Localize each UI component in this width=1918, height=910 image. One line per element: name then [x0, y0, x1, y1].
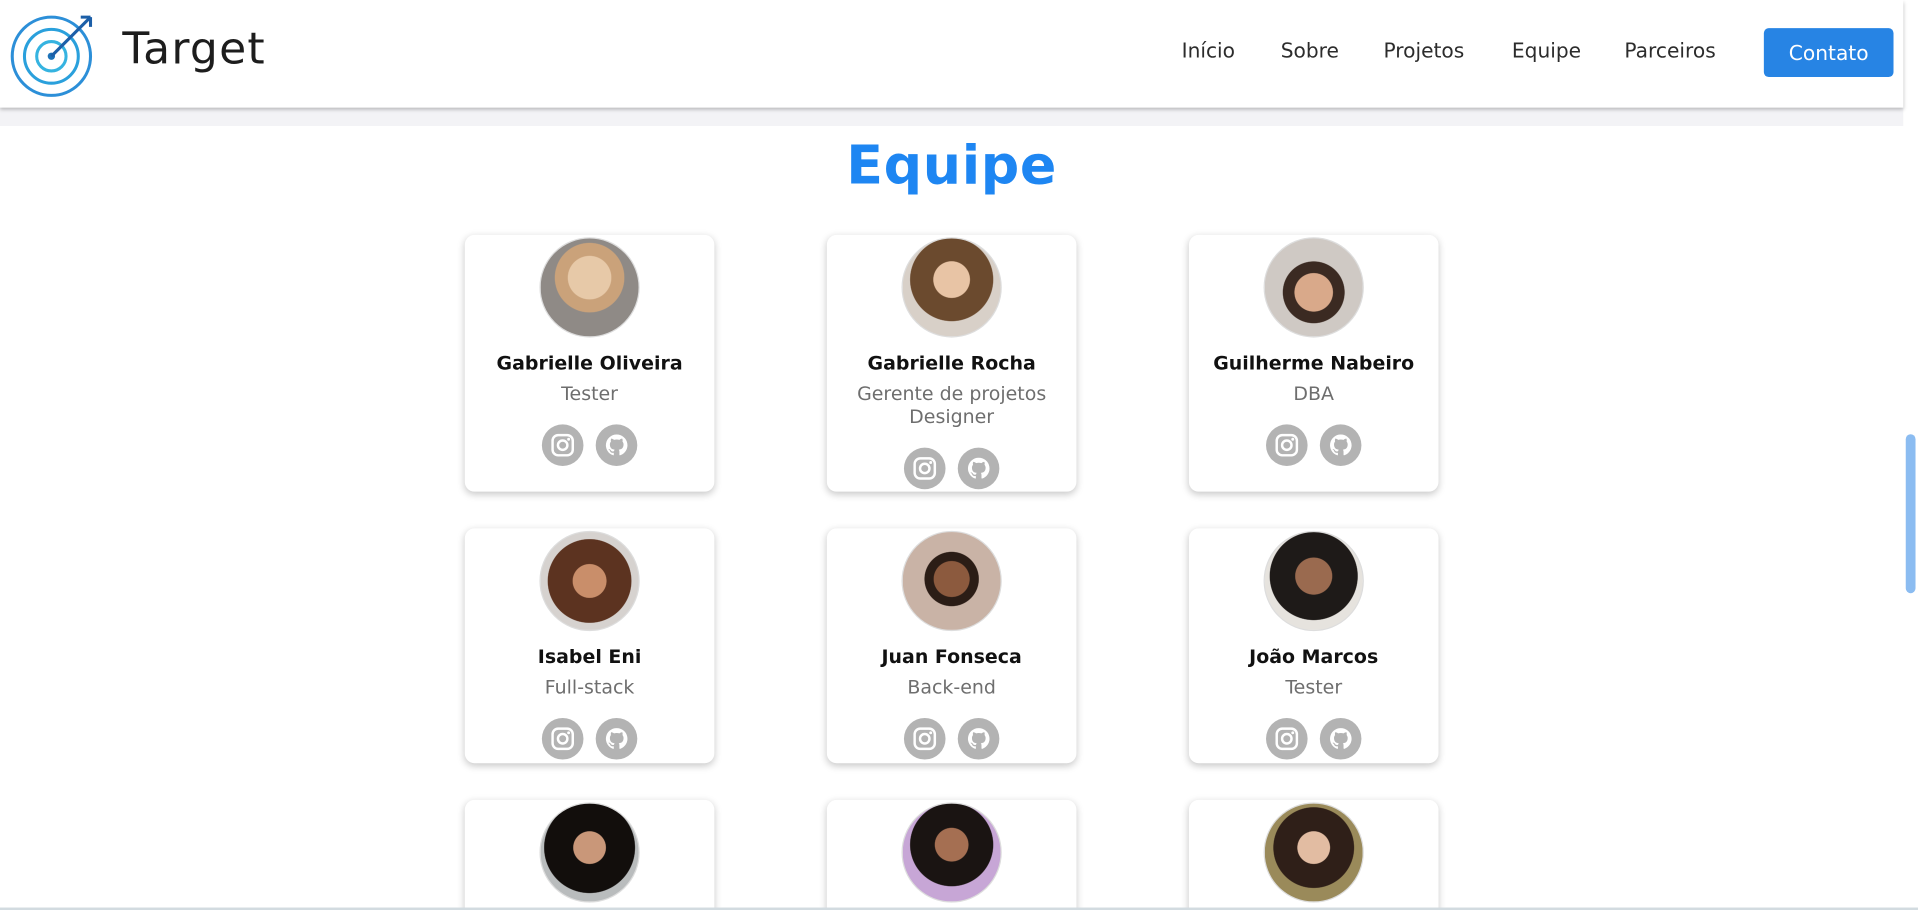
- member-role: DBA: [1293, 382, 1335, 405]
- instagram-icon[interactable]: [903, 447, 946, 490]
- avatar-photo: [539, 802, 640, 903]
- avatar-photo: [1263, 802, 1364, 903]
- member-role: Tester: [561, 382, 618, 405]
- page: Target Início Sobre Projetos Equipe Parc…: [0, 0, 1918, 910]
- instagram-icon[interactable]: [903, 717, 946, 760]
- github-icon[interactable]: [1319, 424, 1362, 467]
- avatar-photo: [1263, 530, 1364, 632]
- team-card: Isabel Eni Full-stack: [464, 528, 715, 764]
- nav-equipe[interactable]: Equipe: [1512, 39, 1581, 62]
- instagram-icon[interactable]: [541, 717, 584, 760]
- team-card: [1188, 799, 1439, 910]
- github-icon[interactable]: [1319, 717, 1362, 760]
- target-logo-icon[interactable]: [10, 7, 101, 98]
- site-header: Target Início Sobre Projetos Equipe Parc…: [0, 0, 1904, 108]
- team-card: [464, 799, 715, 910]
- team-card: João Marcos Tester: [1188, 528, 1439, 764]
- member-role-line: Gerente de projetos: [857, 382, 1047, 405]
- member-name: Gabrielle Oliveira: [496, 352, 683, 375]
- nav-inicio[interactable]: Início: [1182, 39, 1235, 62]
- social-links: [1189, 424, 1439, 467]
- member-name: João Marcos: [1249, 645, 1379, 668]
- github-icon[interactable]: [595, 717, 638, 760]
- social-links: [827, 447, 1077, 490]
- github-icon[interactable]: [595, 424, 638, 467]
- avatar-photo: [901, 530, 1002, 632]
- header-divider: [0, 107, 1904, 126]
- avatar-photo: [539, 530, 640, 632]
- nav-parceiros[interactable]: Parceiros: [1624, 39, 1715, 62]
- team-card: Gabrielle Oliveira Tester: [464, 234, 715, 492]
- avatar-photo: [901, 802, 1002, 903]
- member-name: Isabel Eni: [537, 645, 642, 668]
- contact-button[interactable]: Contato: [1763, 28, 1894, 78]
- social-links: [465, 717, 715, 760]
- instagram-icon[interactable]: [1266, 717, 1308, 760]
- scrollbar-thumb[interactable]: [1905, 434, 1916, 594]
- member-role: Back-end: [907, 676, 996, 699]
- brand-name[interactable]: Target: [122, 24, 266, 74]
- team-card: [826, 799, 1077, 910]
- team-card: Gabrielle Rocha Gerente de projetos Desi…: [826, 234, 1077, 492]
- social-links: [465, 424, 715, 467]
- avatar-photo: [1263, 237, 1364, 338]
- section-title: Equipe: [846, 134, 1058, 197]
- team-card: Juan Fonseca Back-end: [826, 528, 1077, 764]
- github-icon[interactable]: [957, 447, 1000, 490]
- member-role: Full-stack: [544, 676, 635, 699]
- social-links: [827, 717, 1077, 760]
- avatar-photo: [539, 237, 640, 338]
- member-name: Juan Fonseca: [881, 645, 1022, 668]
- member-role: Tester: [1285, 676, 1343, 699]
- social-links: [1189, 717, 1439, 760]
- instagram-icon[interactable]: [541, 424, 584, 467]
- github-icon[interactable]: [957, 717, 1000, 760]
- team-card: Guilherme Nabeiro DBA: [1188, 234, 1439, 492]
- member-name: Guilherme Nabeiro: [1213, 352, 1415, 375]
- nav-projetos[interactable]: Projetos: [1383, 39, 1464, 62]
- avatar-photo: [901, 237, 1002, 338]
- member-role-line: Designer: [909, 406, 995, 429]
- member-name: Gabrielle Rocha: [867, 352, 1036, 375]
- nav-sobre[interactable]: Sobre: [1281, 39, 1339, 62]
- member-role: Gerente de projetos Designer: [827, 383, 1077, 429]
- instagram-icon[interactable]: [1266, 424, 1308, 467]
